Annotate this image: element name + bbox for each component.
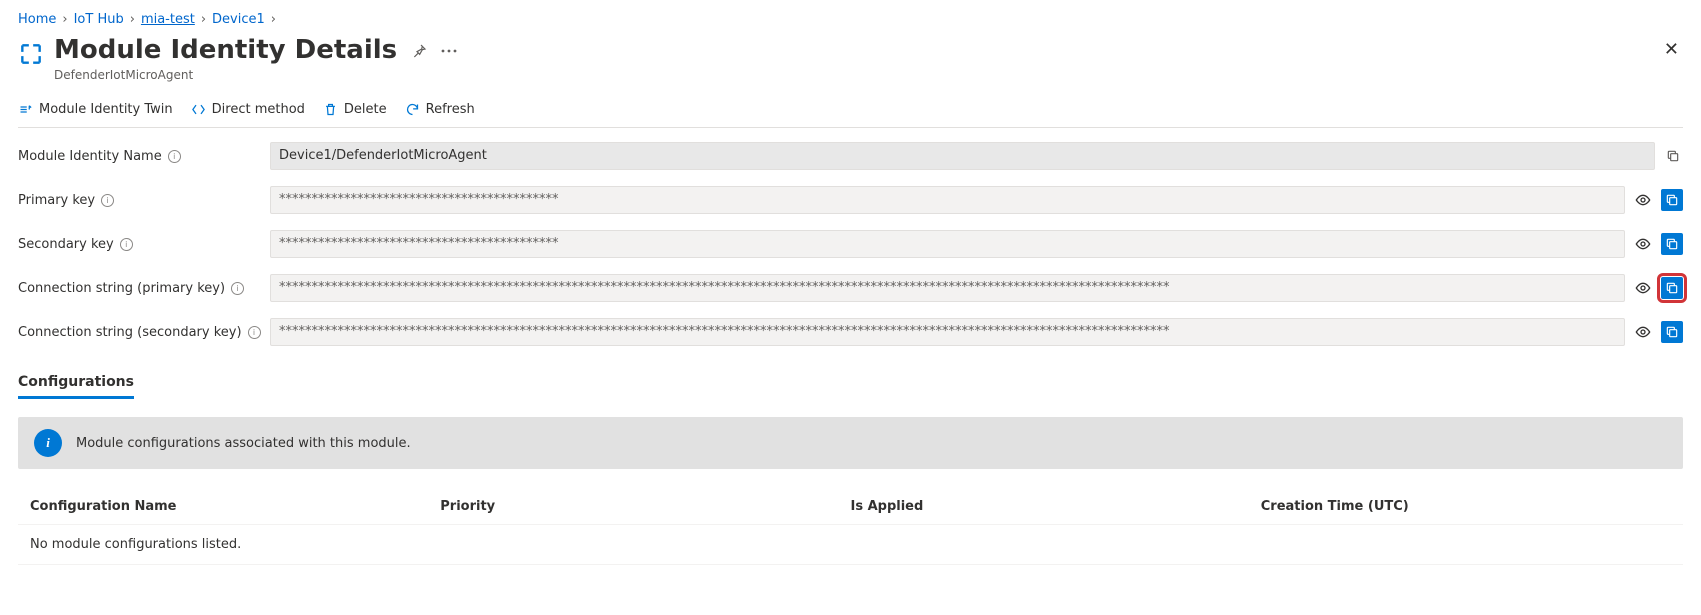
module-icon <box>18 35 44 67</box>
reveal-button[interactable] <box>1633 190 1653 210</box>
info-banner-text: Module configurations associated with th… <box>76 436 411 451</box>
close-button[interactable]: ✕ <box>1660 35 1683 64</box>
reveal-button[interactable] <box>1633 234 1653 254</box>
field-label-conn-secondary: Connection string (secondary key) <box>18 325 242 340</box>
field-label-conn-primary: Connection string (primary key) <box>18 281 225 296</box>
field-label-secondary-key: Secondary key <box>18 237 114 252</box>
table-empty-row: No module configurations listed. <box>18 525 1683 565</box>
info-banner: i Module configurations associated with … <box>18 417 1683 469</box>
copy-button[interactable] <box>1661 321 1683 343</box>
breadcrumb-device[interactable]: Device1 <box>212 12 265 27</box>
column-header-creation[interactable]: Creation Time (UTC) <box>1261 499 1671 514</box>
info-icon: i <box>34 429 62 457</box>
page-subtitle: DefenderIotMicroAgent <box>54 68 457 82</box>
module-identity-twin-button[interactable]: Module Identity Twin <box>18 102 173 117</box>
breadcrumb: Home › IoT Hub › mia-test › Device1 › <box>18 12 1683 27</box>
breadcrumb-iothub[interactable]: IoT Hub <box>74 12 124 27</box>
breadcrumb-home[interactable]: Home <box>18 12 56 27</box>
toolbar-label: Module Identity Twin <box>39 102 173 117</box>
configurations-table: Configuration Name Priority Is Applied C… <box>18 489 1683 565</box>
module-identity-name-input: Device1/DefenderIotMicroAgent <box>270 142 1655 170</box>
secondary-key-input: ****************************************… <box>270 230 1625 258</box>
copy-button[interactable] <box>1661 189 1683 211</box>
field-label-module-name: Module Identity Name <box>18 149 162 164</box>
copy-button[interactable] <box>1661 233 1683 255</box>
breadcrumb-resource[interactable]: mia-test <box>141 12 195 27</box>
primary-key-input: ****************************************… <box>270 186 1625 214</box>
more-button[interactable] <box>441 49 457 53</box>
tab-configurations[interactable]: Configurations <box>18 368 134 399</box>
page-title: Module Identity Details <box>54 35 397 66</box>
direct-method-button[interactable]: Direct method <box>191 102 305 117</box>
refresh-button[interactable]: Refresh <box>405 102 475 117</box>
info-icon[interactable]: i <box>101 194 114 207</box>
copy-button[interactable] <box>1663 146 1683 166</box>
connection-string-primary-input: ****************************************… <box>270 274 1625 302</box>
pin-button[interactable] <box>411 43 427 59</box>
column-header-priority[interactable]: Priority <box>440 499 850 514</box>
field-label-primary-key: Primary key <box>18 193 95 208</box>
chevron-right-icon: › <box>271 12 276 27</box>
toolbar-label: Delete <box>344 102 387 117</box>
info-icon[interactable]: i <box>248 326 261 339</box>
column-header-name[interactable]: Configuration Name <box>30 499 440 514</box>
delete-button[interactable]: Delete <box>323 102 387 117</box>
chevron-right-icon: › <box>62 12 67 27</box>
chevron-right-icon: › <box>201 12 206 27</box>
command-bar: Module Identity Twin Direct method Delet… <box>18 90 1683 128</box>
toolbar-label: Refresh <box>426 102 475 117</box>
copy-button[interactable] <box>1661 277 1683 299</box>
info-icon[interactable]: i <box>231 282 244 295</box>
reveal-button[interactable] <box>1633 278 1653 298</box>
info-icon[interactable]: i <box>120 238 133 251</box>
reveal-button[interactable] <box>1633 322 1653 342</box>
column-header-applied[interactable]: Is Applied <box>851 499 1261 514</box>
info-icon[interactable]: i <box>168 150 181 163</box>
chevron-right-icon: › <box>130 12 135 27</box>
connection-string-secondary-input: ****************************************… <box>270 318 1625 346</box>
toolbar-label: Direct method <box>212 102 305 117</box>
